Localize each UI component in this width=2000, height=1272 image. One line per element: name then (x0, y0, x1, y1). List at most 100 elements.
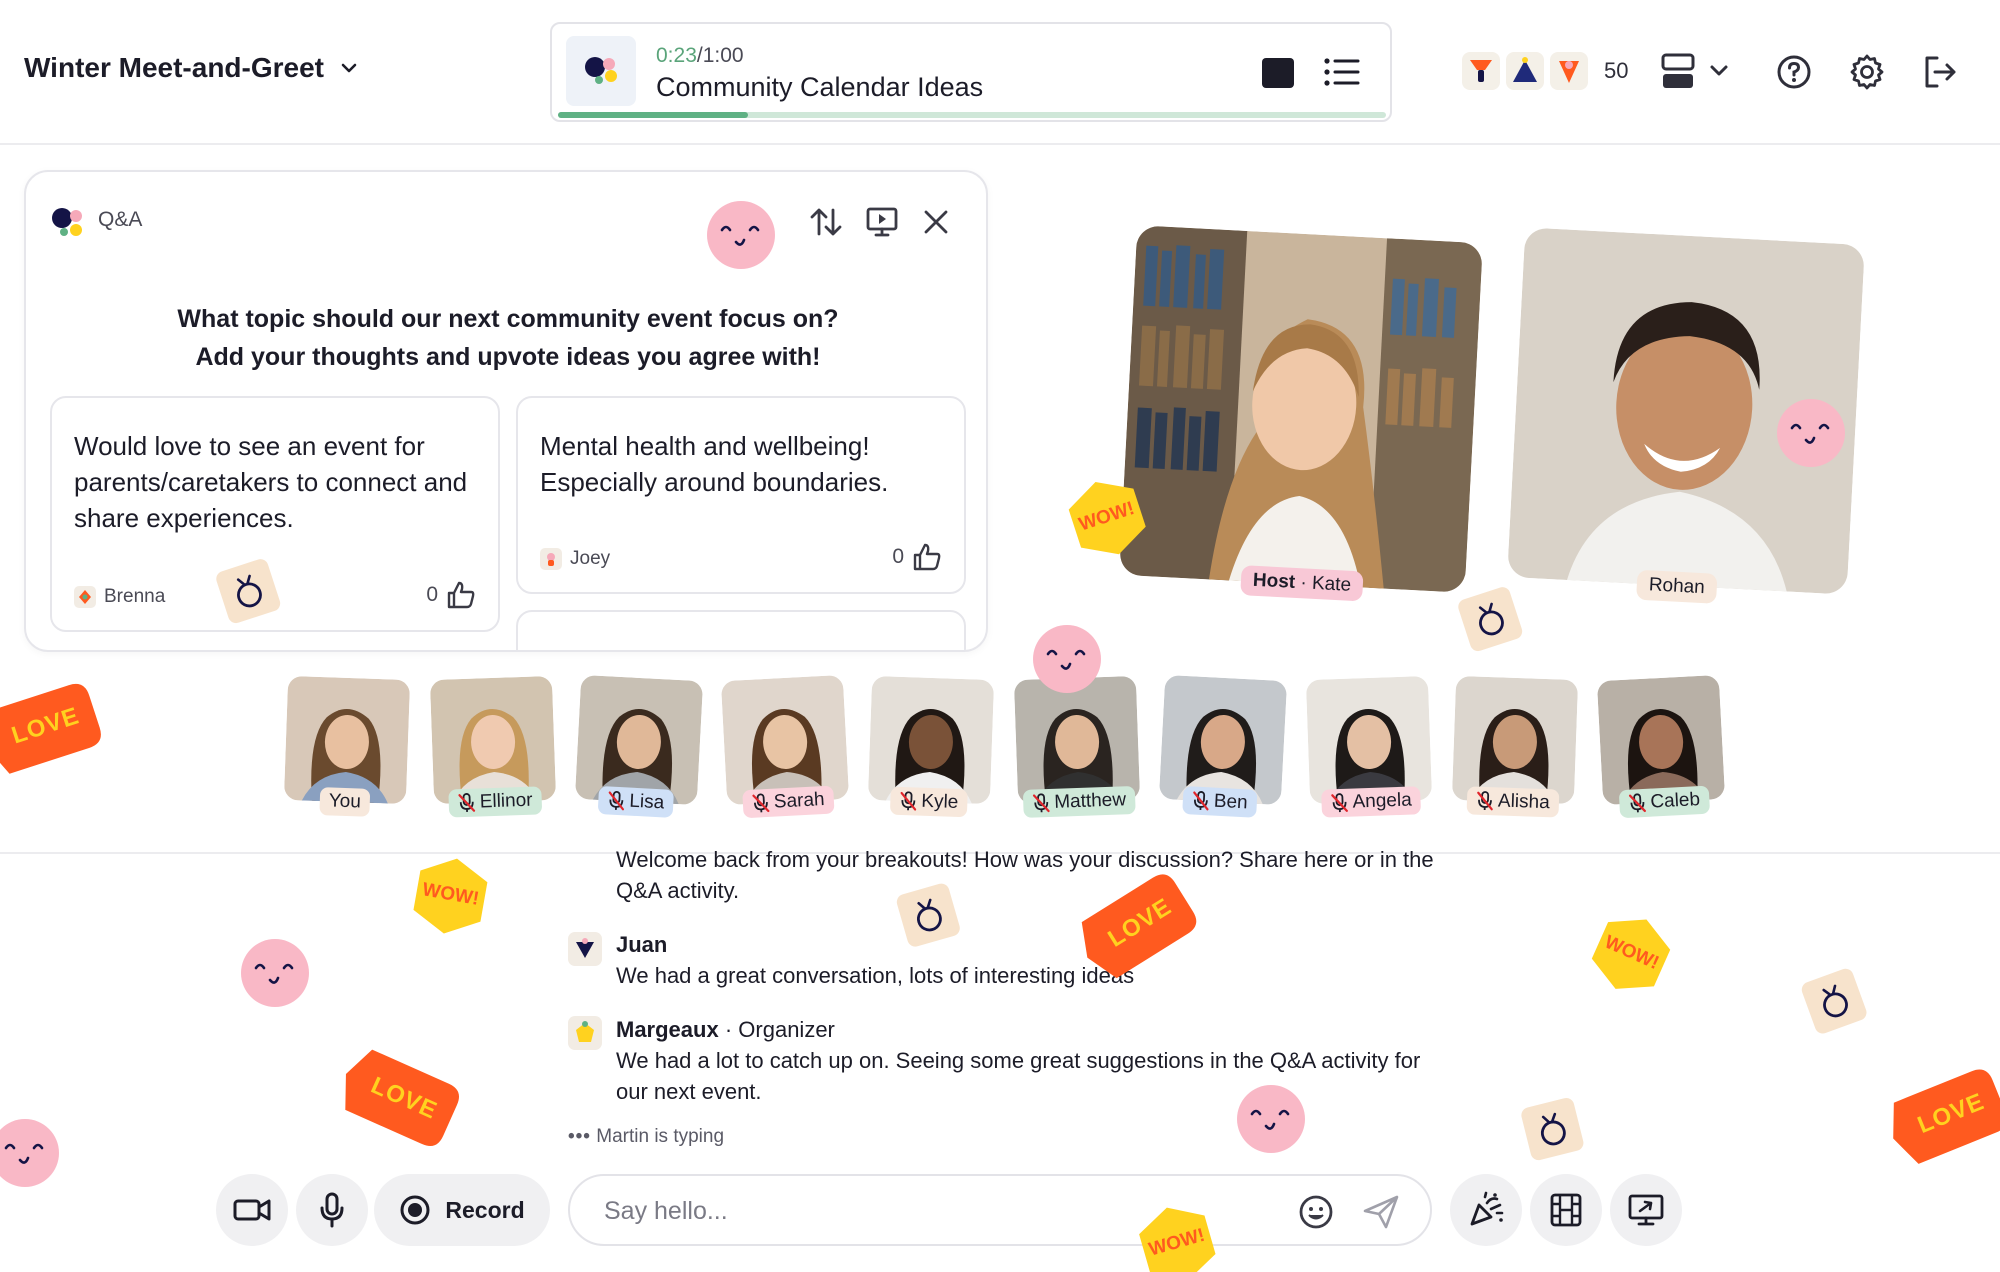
qa-answer-card[interactable]: Would love to see an event for parents/c… (50, 396, 500, 632)
chat-input[interactable] (604, 1192, 1264, 1230)
layout-icon (1661, 53, 1728, 88)
upvote-count: 0 (892, 545, 904, 568)
upvote-button[interactable]: 0 (892, 542, 942, 572)
thumbs-up-icon (447, 581, 475, 609)
participant-name-tag: Kyle (889, 786, 968, 818)
author-avatar-icon (540, 548, 562, 570)
qa-panel: Q&A What topic should our next community… (24, 170, 988, 652)
participant-strip: You Ellinor Lisa Sarah Kyle Matthew Ben Angela A… (283, 674, 1726, 828)
love-sticker: LOVE (328, 1041, 466, 1158)
app-logo-icon (566, 36, 636, 106)
stop-icon[interactable] (1262, 58, 1294, 88)
qa-question-line2: Add your thoughts and upvote ideas you a… (195, 343, 821, 371)
participant-video (1451, 675, 1579, 805)
gear-icon (1850, 54, 1884, 90)
qa-answer-card[interactable]: Mental health and wellbeing! Especially … (516, 396, 966, 594)
media-button[interactable] (1530, 1174, 1602, 1246)
chat-message-text: We had a great conversation, lots of int… (616, 963, 1135, 988)
participant-tile[interactable]: Caleb (1596, 674, 1726, 819)
host-video-tile[interactable]: Host · Kate (1119, 225, 1483, 602)
reaction-count: 50 (1604, 58, 1629, 83)
qa-answer-author: Brenna (74, 586, 165, 608)
record-button[interactable]: Record (374, 1174, 550, 1246)
host-name: Kate (1311, 572, 1352, 596)
host-prefix: Host (1252, 569, 1296, 593)
host-name-tag: Host · Kate (1240, 565, 1364, 602)
help-button[interactable] (1772, 50, 1816, 94)
participant-tile[interactable]: Alisha (1451, 675, 1579, 818)
microphone-icon (320, 1192, 344, 1228)
participant-name-tag: Ben (1182, 786, 1258, 818)
qa-answer-text: What ... (540, 642, 942, 650)
agenda-total: 1:00 (702, 44, 744, 67)
participant-name: Ben (1213, 790, 1249, 814)
mic-muted-icon (608, 791, 625, 811)
participant-tile[interactable]: Ellinor (429, 675, 557, 818)
chat-author: Juan (616, 932, 668, 957)
guest-video-tile[interactable]: Rohan (1507, 227, 1865, 604)
agenda-timer: 0:23/1:00 (656, 44, 744, 68)
qa-label: Q&A (98, 208, 143, 231)
mic-muted-icon (752, 793, 770, 813)
camera-button[interactable] (216, 1174, 288, 1246)
reaction-counter[interactable]: 50 (1462, 52, 1628, 90)
love-sticker-label: LOVE (1913, 1088, 1989, 1140)
host-video (1119, 225, 1483, 593)
participant-tile[interactable]: You (283, 675, 411, 817)
present-icon[interactable] (864, 204, 900, 240)
wow-sticker: WOW! (1576, 901, 1684, 1011)
smiley-sticker (0, 1118, 60, 1193)
qa-logo-icon (52, 208, 82, 236)
participant-name: Caleb (1649, 789, 1701, 813)
ring-sticker (1454, 583, 1529, 661)
microphone-button[interactable] (296, 1174, 368, 1246)
participant-name: Sarah (773, 789, 826, 813)
agenda-card[interactable]: 0:23/1:00 Community Calendar Ideas (550, 22, 1392, 122)
party-popper-icon (1470, 1191, 1504, 1226)
participant-tile[interactable]: Matthew (1013, 675, 1141, 818)
participant-video (1013, 675, 1141, 805)
participant-tile[interactable]: Lisa (574, 674, 704, 818)
participant-video (1596, 674, 1726, 806)
triangle-reaction-icon (1506, 52, 1544, 90)
participant-video (1158, 674, 1288, 806)
top-bar: Winter Meet-and-Greet 0:23/1:00 Communit… (0, 0, 2000, 145)
sort-icon[interactable] (808, 204, 844, 240)
upvote-button[interactable]: 0 (426, 580, 476, 610)
chat-input-container[interactable] (568, 1174, 1432, 1246)
participant-tile[interactable]: Sarah (720, 674, 850, 819)
close-icon[interactable] (920, 206, 952, 238)
mic-muted-icon (1477, 791, 1493, 811)
meeting-title-dropdown[interactable]: Winter Meet-and-Greet (24, 52, 360, 84)
chat-author-role: · Organizer (724, 1017, 835, 1042)
host-separator: · (1299, 572, 1308, 594)
mic-muted-icon (1628, 793, 1646, 813)
mic-muted-icon (458, 793, 476, 812)
participant-video (720, 674, 850, 806)
effects-button[interactable] (1450, 1174, 1522, 1246)
participant-name-tag: Alisha (1466, 786, 1560, 818)
leave-button[interactable] (1918, 50, 1962, 94)
participant-tile[interactable]: Angela (1305, 675, 1433, 818)
chat-message: Margeaux · Organizer We had a lot to cat… (616, 1014, 1436, 1107)
participant-name-tag: You (319, 787, 371, 817)
wow-sticker-label: WOW! (420, 879, 481, 910)
typing-text: Martin is typing (596, 1126, 725, 1147)
send-icon[interactable] (1362, 1194, 1400, 1230)
wow-sticker: WOW! (403, 850, 497, 948)
settings-button[interactable] (1845, 50, 1889, 94)
smiley-sticker (240, 938, 310, 1013)
participant-name: Kyle (921, 790, 959, 813)
qa-answer-card[interactable]: What ... (516, 610, 966, 650)
participant-tile[interactable]: Ben (1158, 674, 1288, 818)
participant-tile[interactable]: Kyle (867, 675, 995, 818)
ellipsis-icon: ••• (568, 1126, 591, 1147)
agenda-progress-bar (558, 112, 1386, 118)
layout-toggle[interactable] (1660, 50, 1736, 94)
screenshare-button[interactable] (1610, 1174, 1682, 1246)
list-icon[interactable] (1322, 54, 1362, 90)
mic-muted-icon (1193, 791, 1209, 811)
emoji-icon[interactable] (1298, 1194, 1334, 1230)
participant-name-tag: Lisa (597, 785, 674, 818)
author-avatar-icon (74, 586, 96, 608)
